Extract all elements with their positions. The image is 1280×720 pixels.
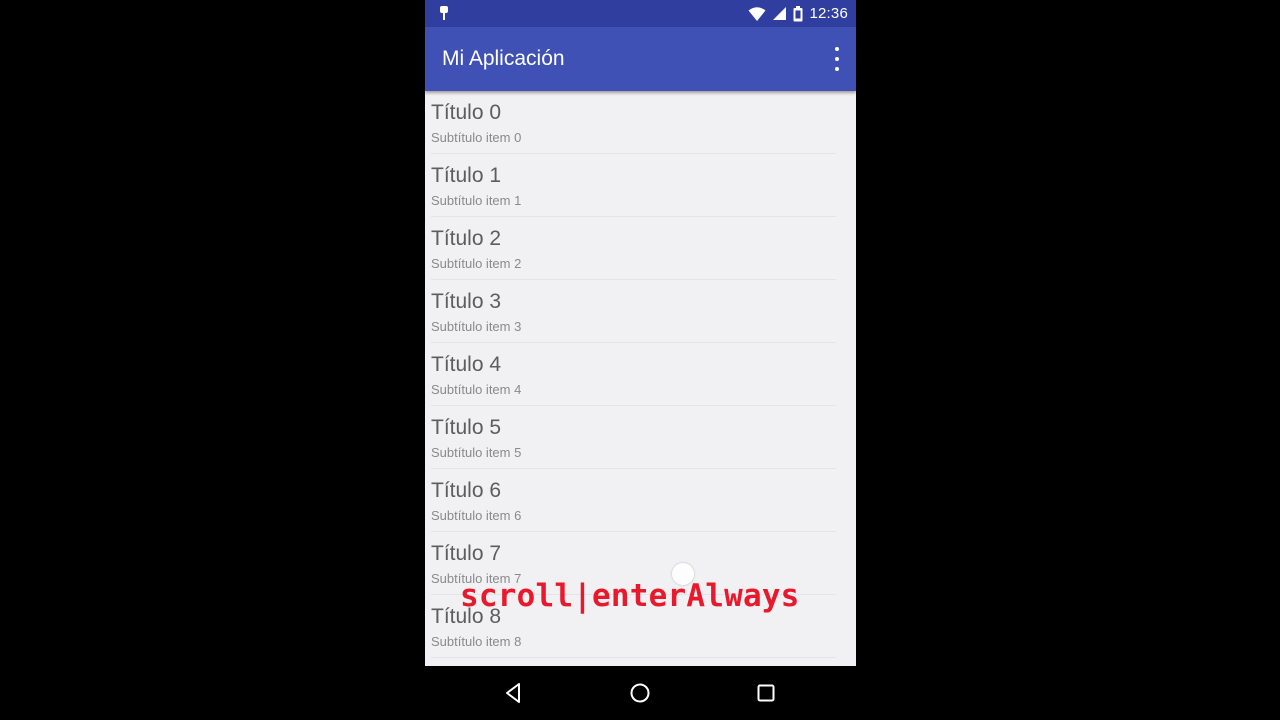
- item-title: Título 5: [431, 416, 502, 439]
- list-item[interactable]: Título 3 Subtítulo item 3: [425, 280, 856, 343]
- item-title: Título 1: [431, 164, 502, 187]
- divider: [431, 657, 836, 658]
- item-subtitle: Subtítulo item 4: [431, 382, 522, 397]
- list-item[interactable]: Título 1 Subtítulo item 1: [425, 154, 856, 217]
- item-subtitle: Subtítulo item 8: [431, 634, 522, 649]
- item-title: Título 4: [431, 353, 502, 376]
- app-title: Mi Aplicación: [442, 47, 565, 70]
- status-time: 12:36: [809, 5, 848, 22]
- item-subtitle: Subtítulo item 6: [431, 508, 522, 523]
- item-title: Título 3: [431, 290, 502, 313]
- item-subtitle: Subtítulo item 5: [431, 445, 522, 460]
- list-item[interactable]: Título 0 Subtítulo item 0: [425, 91, 856, 154]
- list-item[interactable]: Título 6 Subtítulo item 6: [425, 469, 856, 532]
- item-subtitle: Subtítulo item 1: [431, 193, 522, 208]
- recents-icon[interactable]: [754, 681, 778, 705]
- item-title: Título 0: [431, 101, 502, 124]
- more-vert-icon: [835, 67, 839, 71]
- home-icon[interactable]: [628, 681, 652, 705]
- battery-icon: [793, 5, 803, 21]
- item-title: Título 6: [431, 479, 502, 502]
- back-icon[interactable]: [502, 681, 526, 705]
- list-item[interactable]: Título 2 Subtítulo item 2: [425, 217, 856, 280]
- notification-pin-icon: [440, 6, 448, 20]
- overlay-caption: scroll|enterAlways: [460, 578, 800, 614]
- navigation-bar: [425, 666, 856, 720]
- list-item[interactable]: Título 5 Subtítulo item 5: [425, 406, 856, 469]
- signal-icon: [773, 7, 787, 20]
- item-subtitle: Subtítulo item 3: [431, 319, 522, 334]
- more-vert-icon: [835, 47, 839, 51]
- more-vert-icon: [835, 57, 839, 61]
- status-bar: 12:36: [425, 0, 856, 27]
- more-options-button[interactable]: [830, 47, 844, 71]
- item-title: Título 7: [431, 542, 502, 565]
- wifi-icon: [748, 6, 766, 21]
- item-subtitle: Subtítulo item 2: [431, 256, 522, 271]
- list-item[interactable]: Título 4 Subtítulo item 4: [425, 343, 856, 406]
- item-subtitle: Subtítulo item 0: [431, 130, 522, 145]
- app-bar: Mi Aplicación: [425, 27, 856, 91]
- item-title: Título 2: [431, 227, 502, 250]
